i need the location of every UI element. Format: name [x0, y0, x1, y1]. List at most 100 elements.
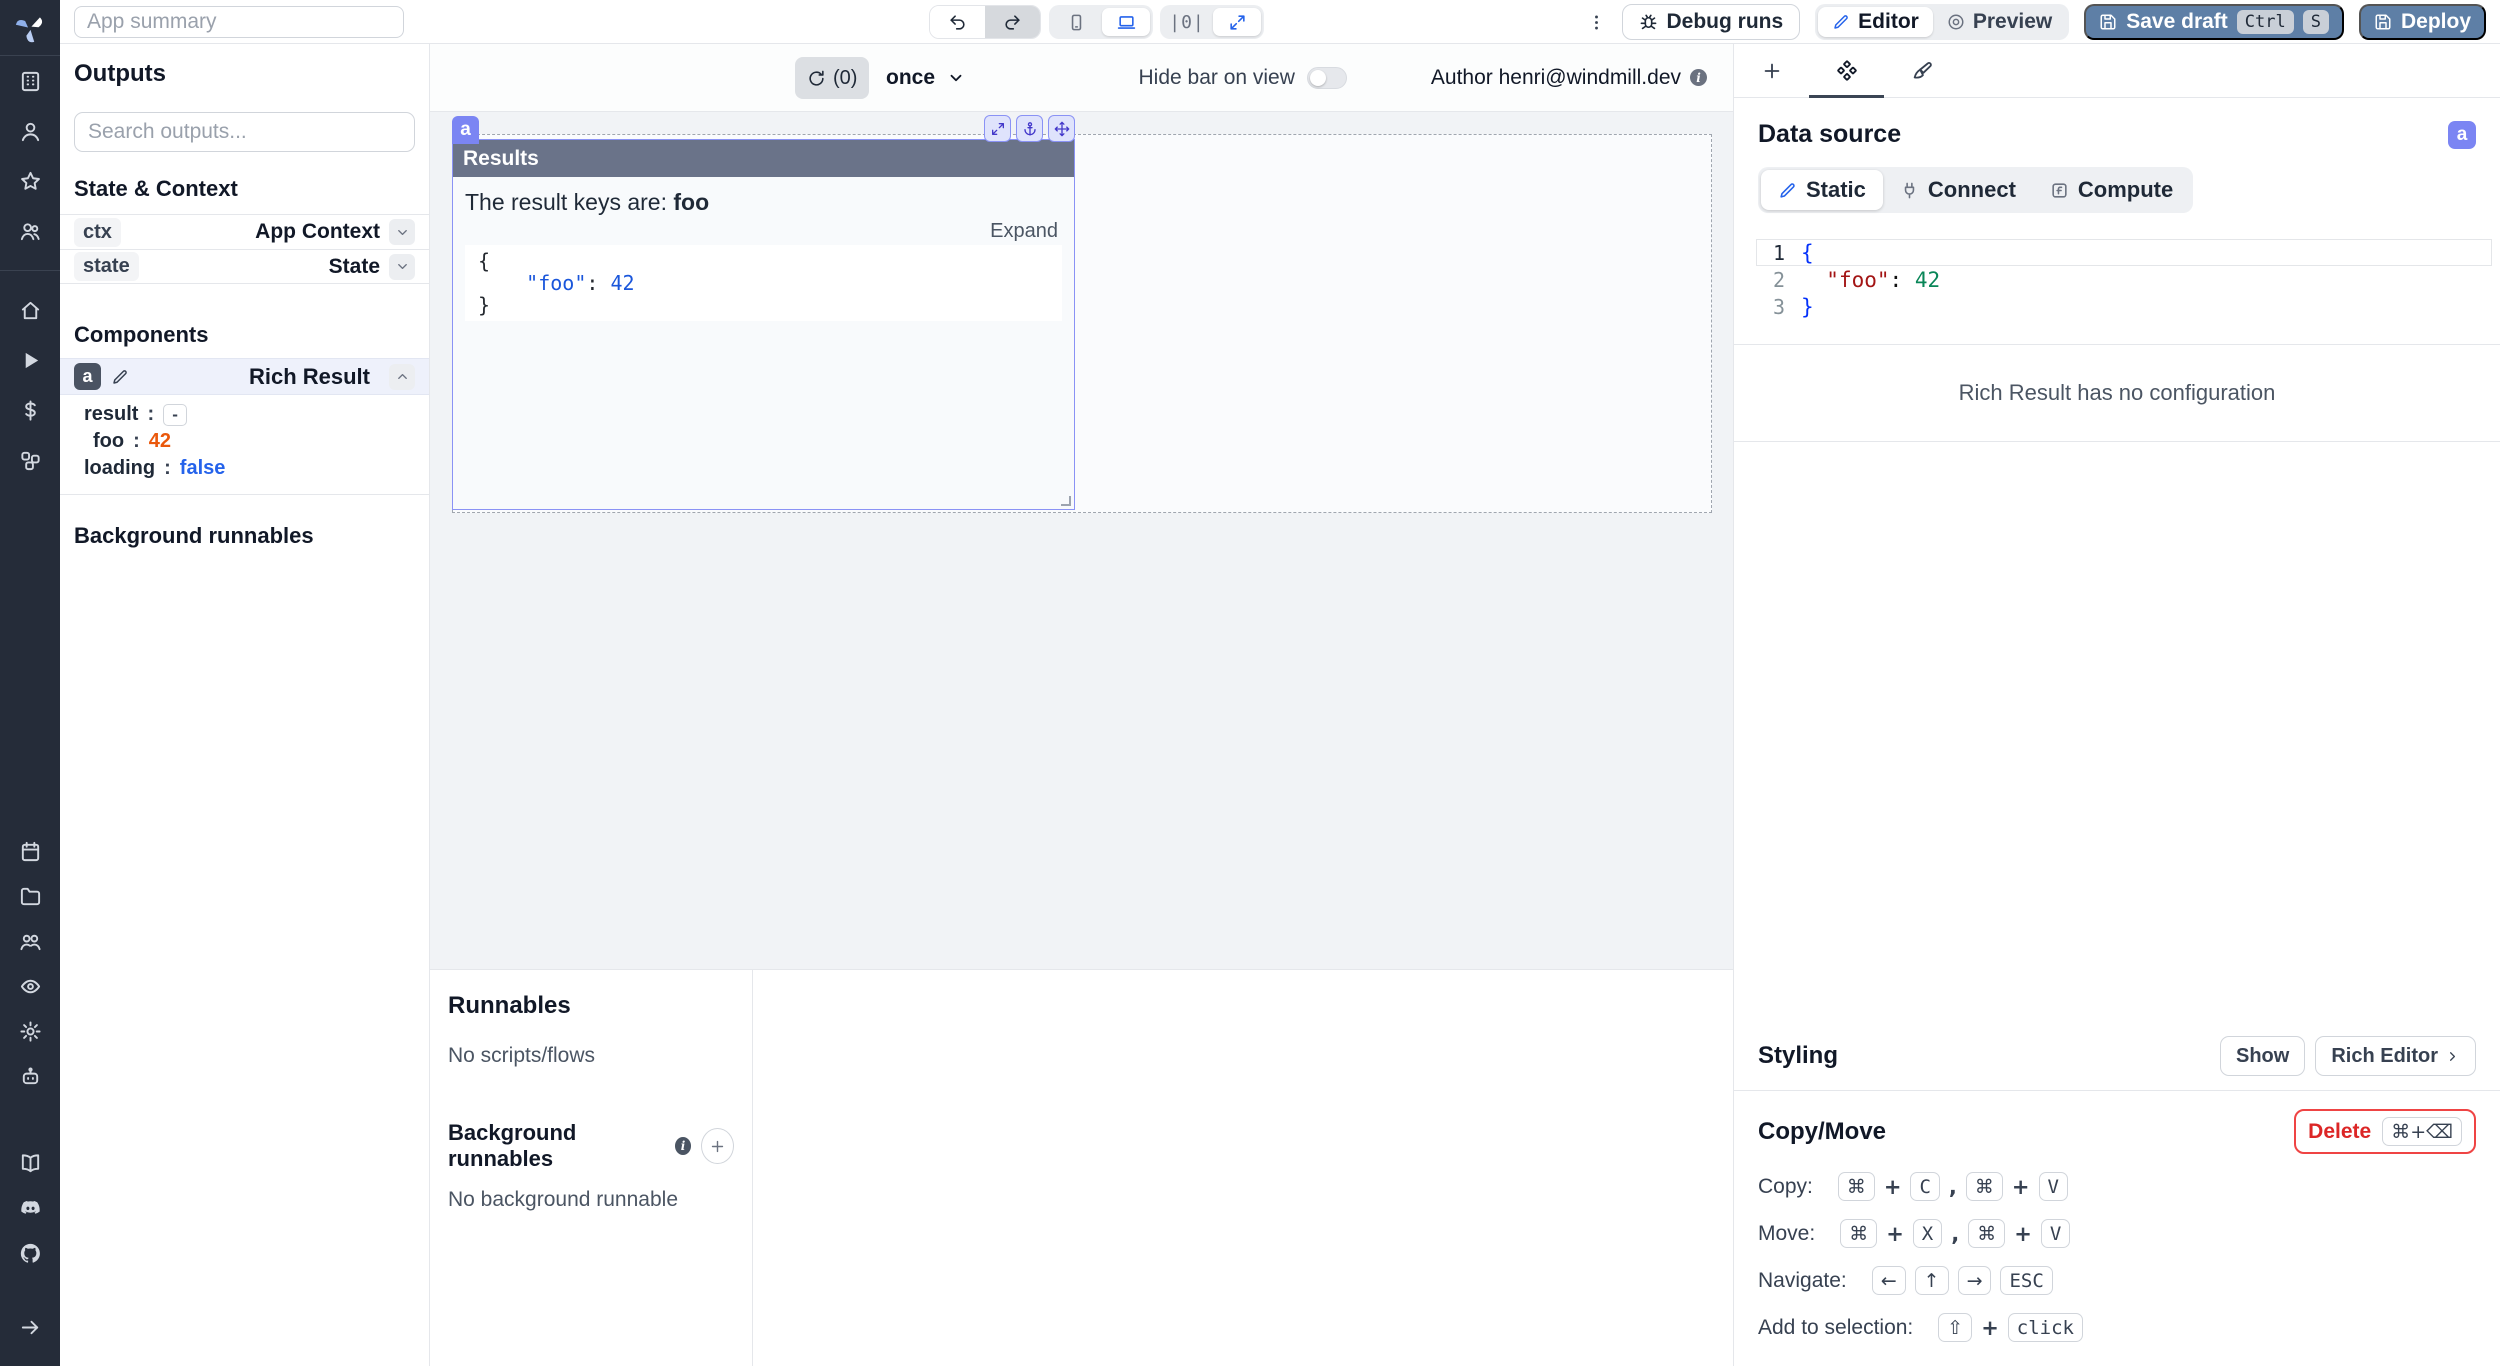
canvas-toolbar: (0) once Hide bar on view Author henri@w…	[430, 44, 1733, 112]
sidebar-discord-icon[interactable]	[19, 1186, 42, 1231]
device-toggle-group	[1049, 5, 1153, 39]
app-summary-input[interactable]	[74, 6, 404, 38]
canvas-area[interactable]: a Results The result ke	[430, 112, 1733, 969]
function-icon	[2050, 181, 2069, 200]
cmd-key-badge: ⌘	[1968, 1219, 2005, 1248]
data-source-section: Data source a Static Connect	[1734, 98, 2500, 345]
show-styling-button[interactable]: Show	[2220, 1036, 2305, 1076]
expand-link[interactable]: Expand	[990, 220, 1058, 243]
sidebar-runs-icon[interactable]	[19, 335, 42, 385]
outputs-title: Outputs	[74, 60, 415, 88]
styling-section: Styling Show Rich Editor	[1734, 1022, 2500, 1091]
rename-pencil-icon[interactable]	[111, 368, 129, 386]
delete-component-button[interactable]: Delete ⌘+⌫	[2294, 1109, 2476, 1154]
sidebar-group-lower	[19, 829, 42, 1099]
static-tab[interactable]: Static	[1761, 170, 1883, 210]
search-outputs-input[interactable]	[74, 112, 415, 152]
recompute-mode-dropdown[interactable]: once	[886, 44, 965, 112]
component-a-row[interactable]: a Rich Result	[60, 358, 429, 395]
sidebar-user-icon[interactable]	[19, 106, 42, 156]
refresh-button[interactable]: (0)	[795, 57, 869, 99]
center-layout-button[interactable]: |0|	[1163, 8, 1211, 36]
shift-key-badge: ⇧	[1938, 1313, 1972, 1342]
state-row[interactable]: state State	[60, 249, 429, 284]
undo-button[interactable]	[930, 5, 985, 39]
redo-button[interactable]	[985, 5, 1040, 39]
add-background-runnable-button[interactable]	[701, 1128, 734, 1164]
sidebar-settings-icon[interactable]	[19, 1009, 42, 1054]
component-output-tree: result : - foo : 42 loading : false	[74, 395, 415, 484]
sidebar-ai-icon[interactable]	[19, 1054, 42, 1099]
settings-tabs	[1734, 44, 2500, 98]
sidebar-workers-icon[interactable]	[19, 919, 42, 964]
bug-icon	[1639, 13, 1658, 32]
sidebar-docs-icon[interactable]	[19, 1141, 42, 1186]
windmill-logo-icon[interactable]	[0, 0, 60, 56]
chevron-down-icon[interactable]	[389, 219, 415, 245]
editor-tab[interactable]: Editor	[1818, 7, 1933, 37]
foo-value: 42	[149, 430, 171, 453]
tree-row-result: result : -	[84, 401, 415, 428]
full-width-button[interactable]	[1213, 8, 1261, 36]
more-menu-icon[interactable]	[1587, 13, 1607, 32]
add-selection-shortcut-row: Add to selection: ⇧ + click	[1758, 1313, 2476, 1342]
ctx-row[interactable]: ctx App Context	[60, 214, 429, 249]
runnables-empty: No scripts/flows	[448, 1044, 734, 1068]
debug-runs-button[interactable]: Debug runs	[1622, 4, 1801, 40]
sidebar-folders-icon[interactable]	[19, 874, 42, 919]
sidebar-group-top	[19, 56, 42, 256]
sidebar-workspace-icon[interactable]	[19, 56, 42, 106]
state-context-rows: ctx App Context state State	[60, 214, 429, 284]
move-shortcut-row: Move: ⌘ + X , ⌘ + V	[1758, 1219, 2476, 1248]
insert-component-tab[interactable]	[1734, 44, 1809, 97]
chevron-up-icon[interactable]	[389, 364, 415, 390]
collapse-toggle[interactable]: -	[163, 404, 187, 426]
sidebar-resources-icon[interactable]	[19, 435, 42, 485]
plug-icon	[1900, 181, 1919, 200]
styling-tab[interactable]	[1884, 44, 1959, 97]
desktop-view-button[interactable]	[1102, 8, 1150, 36]
save-draft-button[interactable]: Save draft Ctrl S	[2084, 4, 2344, 40]
compute-tab[interactable]: Compute	[2033, 170, 2190, 210]
code-line-1[interactable]: 1{	[1756, 239, 2492, 266]
sidebar-home-icon[interactable]	[19, 285, 42, 335]
deploy-button[interactable]: Deploy	[2359, 4, 2486, 40]
data-source-title: Data source	[1758, 120, 1901, 149]
code-line-3[interactable]: 3}	[1756, 293, 2492, 320]
rich-result-component[interactable]: a Results The result ke	[452, 139, 1075, 510]
sidebar-github-icon[interactable]	[19, 1231, 42, 1276]
v-key-badge: V	[2039, 1172, 2068, 1201]
mobile-view-button[interactable]	[1052, 8, 1100, 36]
runnables-title: Runnables	[448, 992, 734, 1020]
json-code-editor[interactable]: 1{2 "foo": 423}	[1756, 239, 2492, 320]
info-icon[interactable]: i	[1690, 69, 1707, 86]
background-runnables-empty: No background runnable	[448, 1188, 734, 1212]
rich-editor-button[interactable]: Rich Editor	[2315, 1036, 2476, 1076]
sidebar-audit-logs-icon[interactable]	[19, 964, 42, 1009]
component-settings-tab[interactable]	[1809, 44, 1884, 97]
sidebar-variables-icon[interactable]	[19, 385, 42, 435]
resize-handle[interactable]	[1061, 496, 1071, 506]
cmd-key-badge: ⌘	[1840, 1219, 1877, 1248]
move-handle-icon[interactable]	[1048, 115, 1075, 142]
pencil-icon	[1778, 181, 1797, 200]
sidebar-favorites-icon[interactable]	[19, 156, 42, 206]
sidebar-schedules-icon[interactable]	[19, 829, 42, 874]
sidebar-groups-icon[interactable]	[19, 206, 42, 256]
code-line-2[interactable]: 2 "foo": 42	[1756, 266, 2492, 293]
chevron-down-icon[interactable]	[389, 254, 415, 280]
anchor-icon[interactable]	[1016, 115, 1043, 142]
component-badge[interactable]: a	[452, 116, 479, 144]
preview-tab[interactable]: Preview	[1933, 7, 2066, 37]
save-icon	[2099, 13, 2117, 31]
sidebar-expand-arrow-icon[interactable]	[0, 1302, 60, 1352]
copy-move-section: Copy/Move Delete ⌘+⌫ Copy: ⌘ + C , ⌘ +	[1734, 1091, 2500, 1366]
expand-component-icon[interactable]	[984, 115, 1011, 142]
outputs-panel: Outputs State & Context ctx App Context …	[60, 44, 430, 1366]
app-grid[interactable]: a Results The result ke	[452, 134, 1712, 513]
author-label: Author henri@windmill.dev	[1431, 66, 1681, 90]
info-icon[interactable]: i	[675, 1137, 691, 1155]
hide-bar-toggle[interactable]	[1307, 67, 1347, 89]
tree-row-foo: foo : 42	[84, 428, 415, 455]
connect-tab[interactable]: Connect	[1883, 170, 2033, 210]
